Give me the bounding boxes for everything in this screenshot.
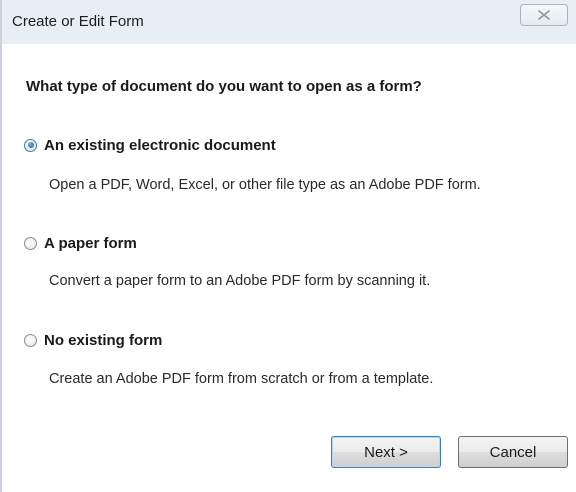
create-edit-form-dialog: Create or Edit Form What type of documen…: [0, 0, 576, 492]
option-description: Convert a paper form to an Adobe PDF for…: [49, 273, 431, 289]
option-description: Create an Adobe PDF form from scratch or…: [49, 371, 434, 387]
option-label: A paper form: [44, 234, 137, 252]
next-button[interactable]: Next >: [331, 436, 441, 468]
cancel-button[interactable]: Cancel: [458, 436, 568, 468]
option-description: Open a PDF, Word, Excel, or other file t…: [49, 177, 481, 193]
radio-no-existing-form[interactable]: [24, 333, 37, 347]
option-existing-electronic-document[interactable]: An existing electronic document: [24, 133, 276, 157]
option-paper-form[interactable]: A paper form: [24, 231, 137, 255]
radio-existing-electronic-document[interactable]: [24, 138, 37, 152]
close-button[interactable]: [520, 4, 568, 26]
option-label: An existing electronic document: [44, 136, 276, 154]
dialog-title: Create or Edit Form: [12, 13, 144, 30]
question-heading: What type of document do you want to ope…: [26, 78, 422, 95]
option-no-existing-form[interactable]: No existing form: [24, 328, 162, 352]
option-label: No existing form: [44, 331, 163, 349]
titlebar[interactable]: Create or Edit Form: [2, 0, 576, 44]
close-x-icon: [538, 10, 550, 20]
radio-paper-form[interactable]: [24, 236, 37, 250]
dialog-content: What type of document do you want to ope…: [2, 44, 576, 492]
